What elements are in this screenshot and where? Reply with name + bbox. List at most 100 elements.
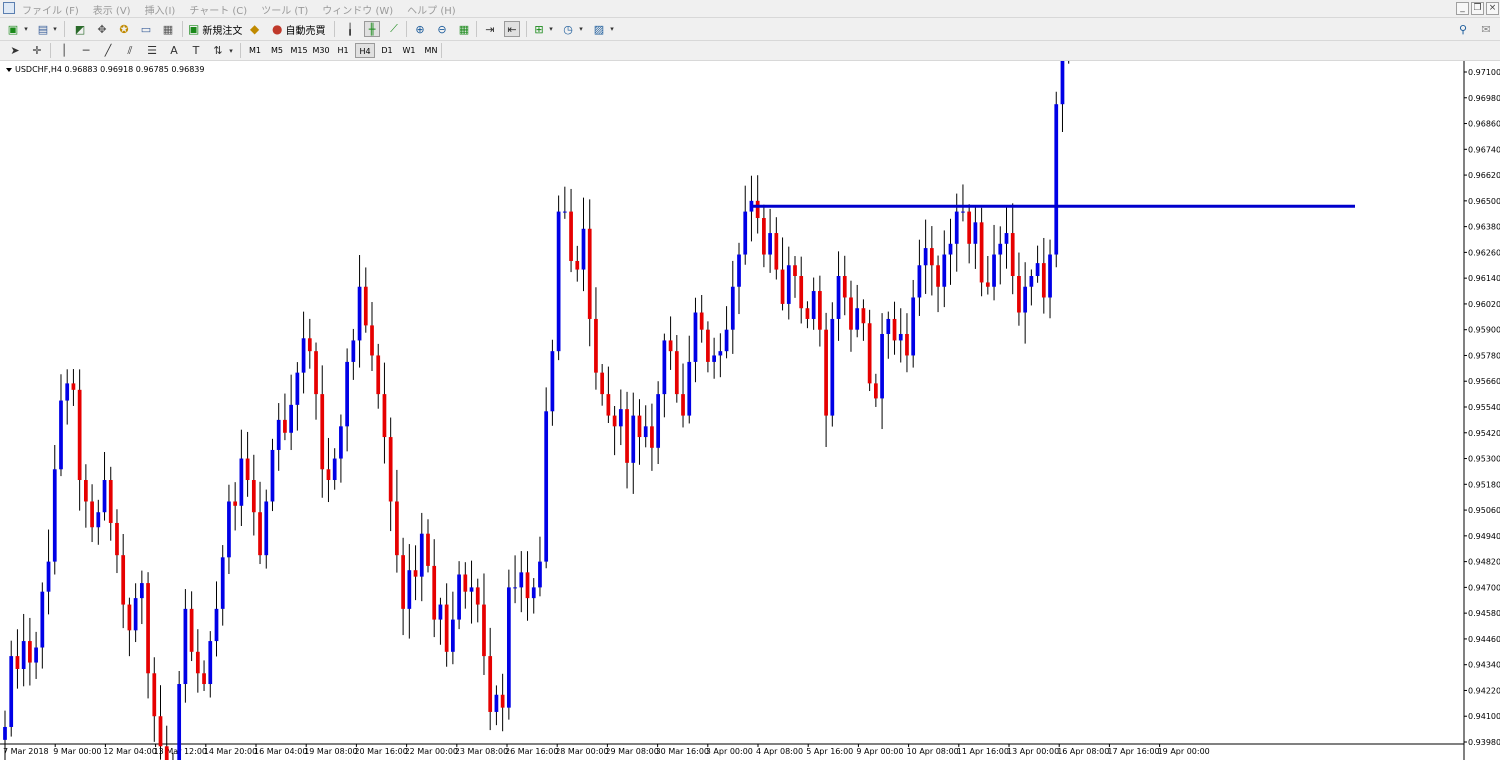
candle-bear (755, 200, 760, 219)
menu-item[interactable]: ファイル (F) (22, 2, 79, 17)
menu-item[interactable]: チャート (C) (189, 2, 247, 17)
close-icon[interactable]: × (1486, 2, 1499, 15)
equidistant-channel-icon[interactable]: ⫽ (123, 43, 137, 58)
app-icon (3, 2, 15, 14)
candlestick-icon[interactable]: ╫ (364, 21, 380, 37)
chevron-down-icon[interactable]: ▾ (227, 43, 235, 58)
horizontal-line-icon[interactable]: ─ (79, 43, 93, 58)
bar-chart-icon[interactable]: ╽ (342, 21, 358, 37)
auto-scroll-icon[interactable]: ⇥ (482, 21, 498, 37)
price-label: 0.94580 (1468, 609, 1500, 618)
new-order-button[interactable]: ▣ 新規注文 (188, 21, 242, 37)
candle-bull (183, 608, 188, 685)
line-chart-icon[interactable]: ⟋ (386, 21, 402, 37)
chart-shift-icon[interactable]: ⇤ (504, 21, 520, 37)
candle-bull (886, 318, 891, 334)
chevron-down-icon[interactable]: ▾ (22, 21, 30, 37)
candle-bull (550, 351, 555, 412)
candle-bear (842, 276, 847, 298)
candle-bear (674, 351, 679, 395)
menu-item[interactable]: ヘルプ (H) (407, 2, 456, 17)
candle-bull (961, 211, 965, 213)
price-label: 0.94700 (1468, 583, 1500, 592)
candle-bear (363, 286, 368, 326)
time-label: 20 Mar 16:00 (354, 747, 407, 756)
menu-item[interactable]: 表示 (V) (93, 2, 131, 17)
indicators-icon[interactable]: ⊞ (532, 21, 546, 37)
time-label: 13 Apr 00:00 (1007, 747, 1059, 756)
menu-item[interactable]: ツール (T) (261, 2, 308, 17)
search-icon[interactable]: ⚲ (1455, 21, 1471, 37)
auto-trading-button[interactable]: ● 自動売買 (272, 21, 325, 37)
price-chart[interactable]: 0.97100 0.96980 0.96860 0.96740 0.96620 0.965… (0, 61, 1500, 760)
chevron-down-icon[interactable]: ▾ (547, 21, 555, 37)
profiles-icon[interactable]: ▤ (36, 21, 50, 37)
candle-bear (569, 211, 573, 261)
text-label-icon[interactable]: T (189, 43, 203, 58)
candle-bear (71, 383, 76, 390)
zoom-in-icon[interactable]: ⊕ (412, 21, 428, 37)
candle-bear (307, 338, 312, 352)
menu-item[interactable]: ウィンドウ (W) (322, 2, 393, 17)
navigator-icon[interactable]: ✪ (116, 21, 132, 37)
standard-toolbar: ▣ ▾ ▤ ▾ ◩ ✥ ✪ ▭ ▦ ▣ 新規注文 ◆ ● 自動売買 ╽ ╫ ⟋ ⊕ … (0, 18, 1500, 41)
candle-bull (295, 372, 300, 405)
strategy-tester-icon[interactable]: ▦ (160, 21, 176, 37)
candle-bull (208, 641, 213, 685)
crosshair-icon[interactable]: ✛ (30, 43, 44, 58)
timeframe-m5-button[interactable]: M5 (267, 43, 287, 58)
timeframe-m30-button[interactable]: M30 (311, 43, 331, 58)
candle-bull (438, 604, 443, 620)
metaeditor-icon: ◆ (250, 22, 260, 36)
tile-windows-icon[interactable]: ▦ (456, 21, 472, 37)
chevron-down-icon[interactable]: ▾ (51, 21, 59, 37)
minimize-icon[interactable]: _ (1456, 2, 1469, 15)
trendline-icon[interactable]: ╱ (101, 43, 115, 58)
toolbar-separator (476, 21, 477, 37)
text-icon[interactable]: A (167, 43, 181, 58)
candle-bull (544, 411, 549, 562)
timeframe-m15-button[interactable]: M15 (289, 43, 309, 58)
timeframe-h4-button[interactable]: H4 (355, 43, 375, 58)
timeframe-d1-button[interactable]: D1 (377, 43, 397, 58)
timeframe-m1-button[interactable]: M1 (245, 43, 265, 58)
market-watch-icon[interactable]: ◩ (72, 21, 88, 37)
timeframe-w1-button[interactable]: W1 (399, 43, 419, 58)
chevron-down-icon[interactable]: ▾ (577, 21, 585, 37)
symbol-label: USDCHF,H4 (15, 65, 62, 74)
price-label: 0.96260 (1468, 248, 1500, 257)
time-label: 19 Mar 08:00 (304, 747, 357, 756)
price-label: 0.94460 (1468, 635, 1500, 644)
price-label: 0.95900 (1468, 326, 1500, 335)
timeframe-mn-button[interactable]: MN (421, 43, 441, 58)
candle-bear (799, 276, 804, 309)
toolbar-separator (526, 21, 527, 37)
chat-icon[interactable]: ✉ (1478, 21, 1494, 37)
candle-bear (587, 228, 592, 319)
candle-bull (917, 265, 922, 298)
metaeditor-button[interactable]: ◆ (250, 21, 259, 37)
candle-bull (656, 394, 661, 448)
terminal-icon[interactable]: ▭ (138, 21, 154, 37)
candle-bull (177, 684, 182, 760)
periods-icon[interactable]: ◷ (561, 21, 575, 37)
candle-bull (749, 200, 754, 212)
menu-item[interactable]: 挿入(I) (145, 2, 176, 17)
zoom-out-icon[interactable]: ⊖ (434, 21, 450, 37)
timeframe-h1-button[interactable]: H1 (333, 43, 353, 58)
candle-bear (413, 570, 418, 577)
templates-icon[interactable]: ▨ (592, 21, 606, 37)
vertical-line-icon[interactable]: │ (57, 43, 71, 58)
restore-icon[interactable]: ❐ (1471, 2, 1484, 15)
candle-bull (718, 351, 723, 356)
candle-bull (693, 312, 698, 362)
candle-bear (824, 329, 828, 416)
arrows-icon[interactable]: ⇅ (211, 43, 225, 58)
data-window-icon[interactable]: ✥ (94, 21, 110, 37)
cursor-icon[interactable]: ➤ (8, 43, 22, 58)
price-label: 0.96860 (1468, 120, 1500, 129)
candle-bear (370, 325, 374, 356)
new-chart-icon[interactable]: ▣ (6, 21, 20, 37)
chevron-down-icon[interactable]: ▾ (608, 21, 616, 37)
fibonacci-icon[interactable]: ☰ (145, 43, 159, 58)
